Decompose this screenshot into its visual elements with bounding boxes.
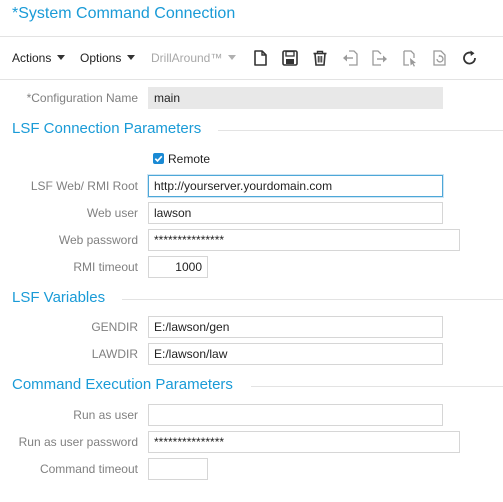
toolbar: Actions Options DrillAround™ — [0, 36, 503, 80]
drillaround-menu-label: DrillAround™ — [151, 51, 223, 65]
configuration-name-field: main — [148, 87, 443, 109]
drillaround-menu[interactable]: DrillAround™ — [151, 51, 237, 65]
web-password-label: Web password — [58, 233, 138, 247]
section-title-command-execution: Command Execution Parameters — [12, 376, 233, 393]
section-title-lsf-connection: LSF Connection Parameters — [12, 120, 202, 137]
command-timeout-field[interactable] — [148, 458, 208, 480]
run-as-password-label: Run as user password — [18, 435, 138, 449]
web-user-label: Web user — [86, 206, 138, 220]
previous-record-icon[interactable] — [341, 49, 359, 67]
configuration-name-label: *Configuration Name — [26, 91, 138, 105]
web-root-label: LSF Web/ RMI Root — [30, 179, 138, 193]
rmi-timeout-label: RMI timeout — [73, 260, 138, 274]
lawdir-label: LAWDIR — [91, 347, 138, 361]
run-as-user-field[interactable] — [148, 404, 443, 426]
command-timeout-label: Command timeout — [39, 462, 138, 476]
checkmark-icon — [154, 155, 163, 163]
chevron-down-icon — [127, 55, 136, 60]
run-as-password-field[interactable]: *************** — [148, 431, 460, 453]
options-menu[interactable]: Options — [80, 51, 136, 65]
reload-icon[interactable] — [461, 49, 479, 67]
next-record-icon[interactable] — [371, 49, 389, 67]
gendir-label: GENDIR — [91, 320, 138, 334]
chevron-down-icon — [228, 55, 237, 60]
section-title-lsf-variables: LSF Variables — [12, 289, 106, 306]
save-icon[interactable] — [281, 49, 299, 67]
page-title: *System Command Connection — [12, 5, 236, 22]
chevron-down-icon — [57, 55, 66, 60]
section-divider — [251, 386, 503, 387]
remote-checkbox[interactable] — [153, 153, 164, 164]
options-menu-label: Options — [80, 51, 122, 65]
refresh-form-icon[interactable] — [431, 49, 449, 67]
actions-menu[interactable]: Actions — [12, 51, 66, 65]
delete-icon[interactable] — [311, 49, 329, 67]
section-divider — [218, 130, 503, 131]
rmi-timeout-field[interactable]: 1000 — [148, 256, 208, 278]
new-document-icon[interactable] — [251, 49, 269, 67]
web-user-field[interactable]: lawson — [148, 202, 443, 224]
gendir-field[interactable]: E:/lawson/gen — [148, 316, 443, 338]
web-root-field[interactable]: http://yourserver.yourdomain.com — [148, 175, 443, 197]
run-as-user-label: Run as user — [73, 408, 138, 422]
open-icon[interactable] — [401, 49, 419, 67]
actions-menu-label: Actions — [12, 51, 52, 65]
web-password-field[interactable]: *************** — [148, 229, 460, 251]
section-divider — [122, 299, 503, 300]
lawdir-field[interactable]: E:/lawson/law — [148, 343, 443, 365]
remote-checkbox-label: Remote — [168, 152, 211, 166]
